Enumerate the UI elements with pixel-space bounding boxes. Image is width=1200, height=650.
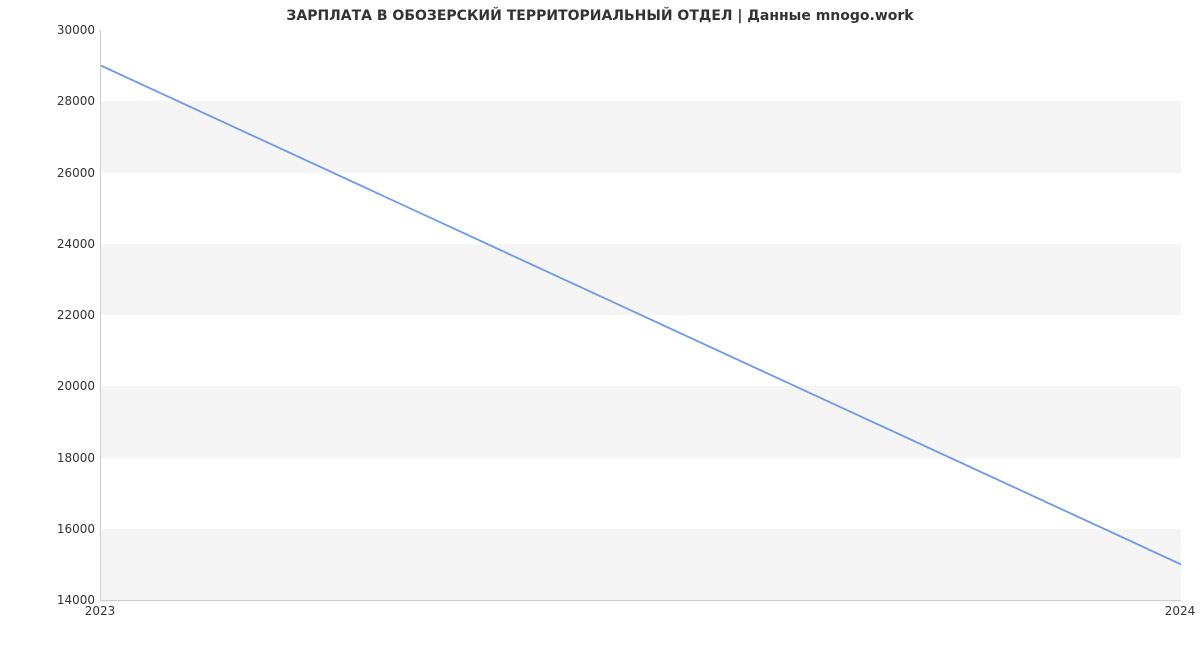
x-tick-label: 2024 [1165, 604, 1196, 618]
series-line [101, 30, 1181, 600]
plot-area [100, 30, 1181, 601]
chart-title: ЗАРПЛАТА В ОБОЗЕРСКИЙ ТЕРРИТОРИАЛЬНЫЙ ОТ… [0, 8, 1200, 24]
y-tick-label: 26000 [5, 166, 95, 180]
x-tick-label: 2023 [85, 604, 116, 618]
y-tick-label: 14000 [5, 593, 95, 607]
y-tick-label: 24000 [5, 237, 95, 251]
y-tick-label: 20000 [5, 379, 95, 393]
y-tick-label: 22000 [5, 308, 95, 322]
y-tick-label: 18000 [5, 451, 95, 465]
y-tick-label: 28000 [5, 94, 95, 108]
line-chart: ЗАРПЛАТА В ОБОЗЕРСКИЙ ТЕРРИТОРИАЛЬНЫЙ ОТ… [0, 0, 1200, 640]
y-tick-label: 16000 [5, 522, 95, 536]
y-tick-label: 30000 [5, 23, 95, 37]
